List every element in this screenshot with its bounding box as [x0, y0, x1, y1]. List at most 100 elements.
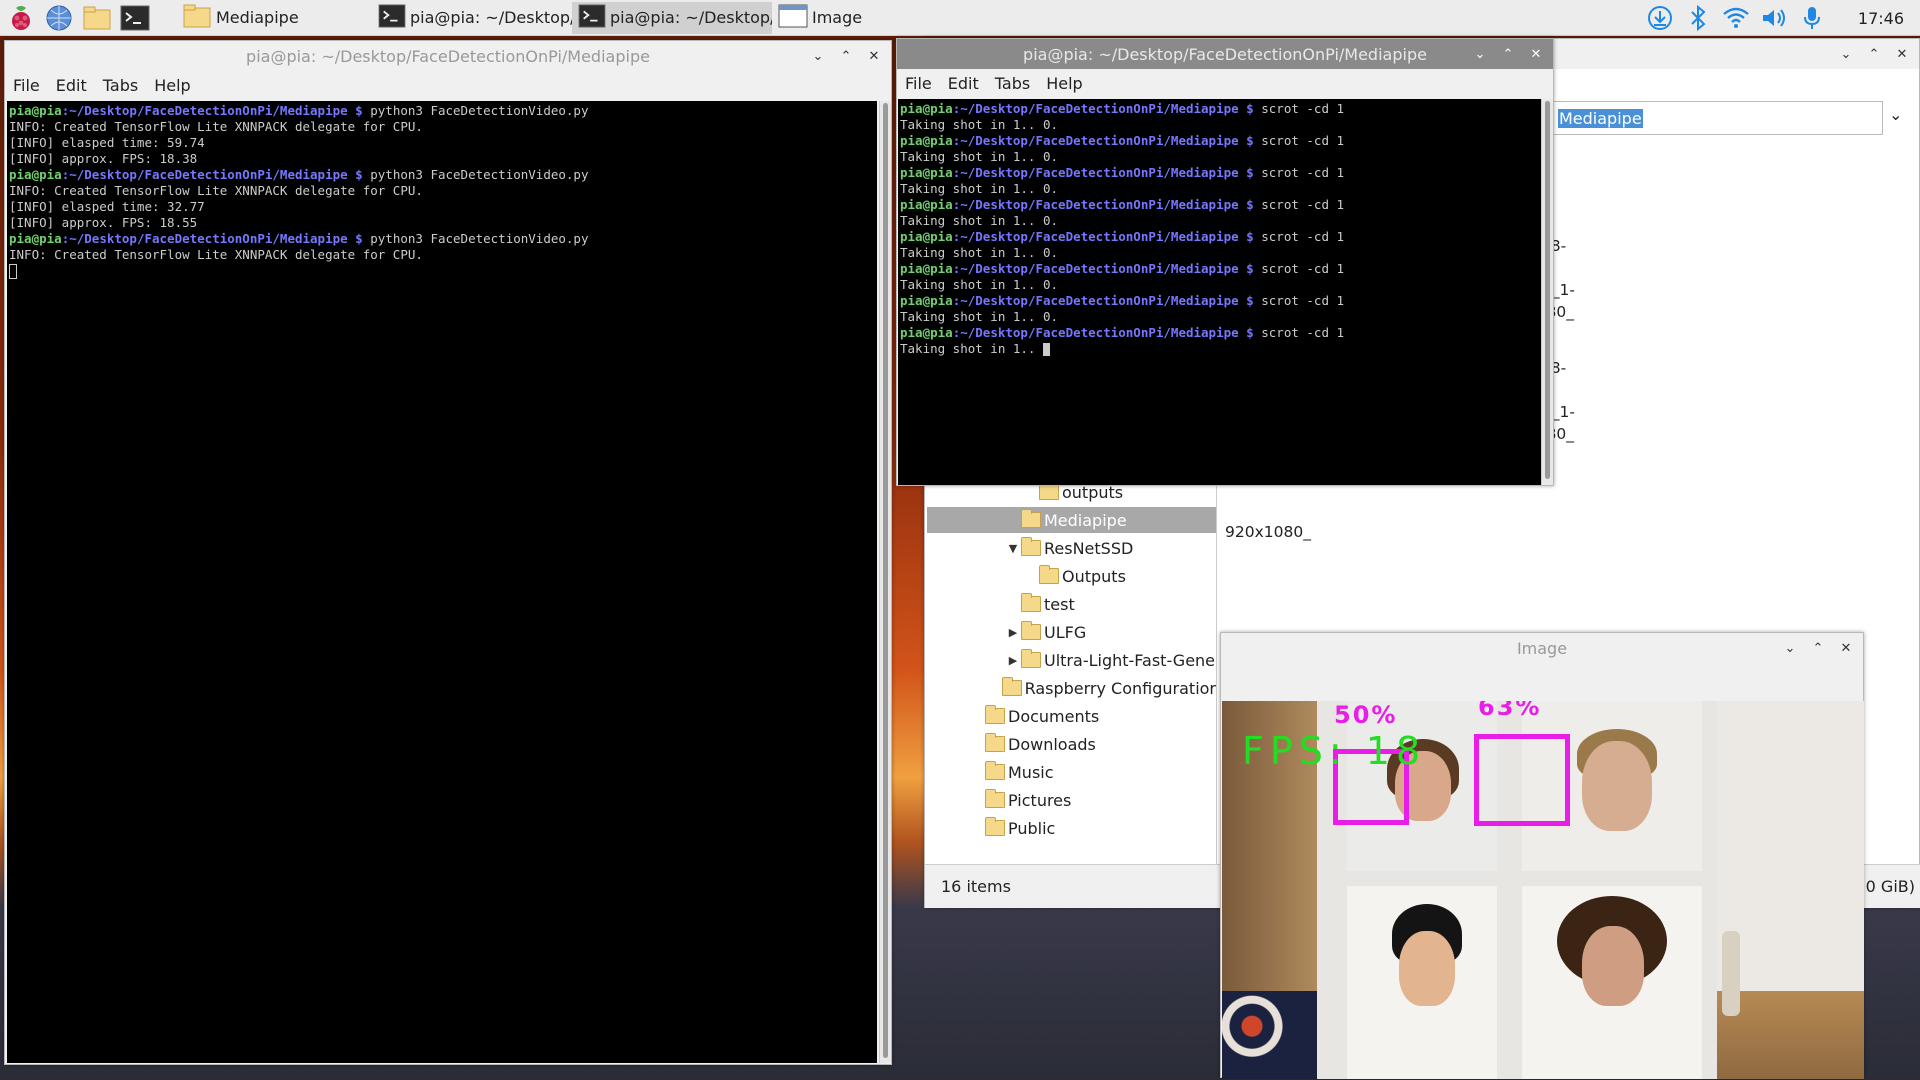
task-file-manager[interactable]: Mediapipe — [176, 2, 372, 34]
tree-item-label: Public — [1008, 818, 1056, 838]
volume-icon[interactable] — [1760, 4, 1788, 32]
browser-globe-icon[interactable] — [42, 2, 76, 34]
close-icon[interactable]: ✕ — [863, 45, 885, 67]
prompt-user: pia@pia — [9, 103, 62, 118]
prompt-user: pia@pia — [9, 167, 62, 182]
tree-item-label: ULFG — [1044, 622, 1087, 642]
image-viewer-titlebar[interactable]: Image ⌄ ⌃ ✕ — [1221, 633, 1863, 663]
terminal-command-line: pia@pia:~/Desktop/FaceDetectionOnPi/Medi… — [9, 231, 875, 247]
terminal-command-line: pia@pia:~/Desktop/FaceDetectionOnPi/Medi… — [900, 165, 1539, 181]
minimize-icon[interactable]: ⌄ — [1469, 43, 1491, 65]
chevron-down-icon[interactable]: ⌄ — [1889, 105, 1902, 124]
prompt-user: pia@pia — [900, 197, 953, 212]
close-icon[interactable]: ✕ — [1891, 43, 1913, 65]
command-text: python3 FaceDetectionVideo.py — [362, 103, 589, 118]
prompt-path: :~/Desktop/FaceDetectionOnPi/Mediapipe $ — [952, 229, 1254, 244]
tree-expander-icon[interactable]: ▶ — [1005, 654, 1021, 667]
tree-item[interactable]: Music — [969, 759, 1216, 785]
folder-icon — [1021, 649, 1041, 668]
terminal-window-left: pia@pia: ~/Desktop/FaceDetectionOnPi/Med… — [4, 40, 892, 1065]
menu-file[interactable]: File — [13, 76, 40, 95]
task-label: pia@pia: ~/Desktop/... — [410, 8, 572, 27]
tree-item[interactable]: ▶ Ultra-Light-Fast-Gene — [1005, 647, 1216, 673]
minimize-icon[interactable]: ⌄ — [807, 45, 829, 67]
minimize-icon[interactable]: ⌄ — [1835, 43, 1857, 65]
path-input[interactable]: Mediapipe — [1553, 101, 1883, 135]
scrollbar[interactable] — [1541, 99, 1553, 485]
tree-item-label: test — [1044, 594, 1075, 614]
menu-edit[interactable]: Edit — [948, 74, 979, 93]
terminal-command-line: pia@pia:~/Desktop/FaceDetectionOnPi/Medi… — [900, 133, 1539, 149]
prompt-user: pia@pia — [900, 229, 953, 244]
terminal-launcher-icon[interactable] — [118, 2, 152, 34]
prompt-path: :~/Desktop/FaceDetectionOnPi/Mediapipe $ — [952, 261, 1254, 276]
tree-item[interactable]: ▶ ULFG — [1005, 619, 1216, 645]
wifi-icon[interactable] — [1722, 4, 1750, 32]
file-label[interactable]: 920x1080_ — [1225, 523, 1311, 541]
folder-icon — [1002, 677, 1022, 696]
task-image-viewer[interactable]: Image — [772, 2, 922, 34]
prompt-user: pia@pia — [900, 325, 953, 340]
prompt-path: :~/Desktop/FaceDetectionOnPi/Mediapipe $ — [952, 165, 1254, 180]
terminal-titlebar[interactable]: pia@pia: ~/Desktop/FaceDetectionOnPi/Med… — [5, 41, 891, 71]
clock[interactable]: 17:46 — [1858, 9, 1904, 28]
prompt-path: :~/Desktop/FaceDetectionOnPi/Mediapipe $ — [61, 167, 363, 182]
terminal-cursor — [1043, 343, 1050, 356]
menu-tabs[interactable]: Tabs — [995, 74, 1030, 93]
menu-help[interactable]: Help — [154, 76, 190, 95]
free-space: .0 GiB) — [1860, 877, 1915, 896]
command-text: scrot -cd 1 — [1253, 229, 1345, 244]
microphone-icon[interactable] — [1798, 4, 1826, 32]
maximize-icon[interactable]: ⌃ — [835, 45, 857, 67]
tree-item[interactable]: Public — [969, 815, 1216, 841]
menu-help[interactable]: Help — [1046, 74, 1082, 93]
terminal-output-line: Taking shot in 1.. 0. — [900, 245, 1059, 260]
menu-tabs[interactable]: Tabs — [103, 76, 138, 95]
menu-edit[interactable]: Edit — [56, 76, 87, 95]
prompt-user: pia@pia — [900, 133, 953, 148]
folder-icon — [985, 761, 1005, 780]
tree-expander-icon[interactable]: ▶ — [1005, 626, 1021, 639]
tree-item[interactable]: Mediapipe — [927, 507, 1216, 533]
terminal-command-line: pia@pia:~/Desktop/FaceDetectionOnPi/Medi… — [9, 103, 875, 119]
close-icon[interactable]: ✕ — [1525, 43, 1547, 65]
raspberry-menu-icon[interactable] — [4, 2, 38, 34]
minimize-icon[interactable]: ⌄ — [1779, 637, 1801, 659]
prompt-path: :~/Desktop/FaceDetectionOnPi/Mediapipe $ — [952, 101, 1254, 116]
bluetooth-icon[interactable] — [1684, 4, 1712, 32]
file-manager-icon[interactable] — [80, 2, 114, 34]
tree-item[interactable]: Raspberry Configuratior — [987, 675, 1216, 701]
folder-icon — [985, 733, 1005, 752]
prompt-user: pia@pia — [900, 165, 953, 180]
maximize-icon[interactable]: ⌃ — [1807, 637, 1829, 659]
task-terminal-2[interactable]: pia@pia: ~/Desktop/... — [572, 1, 772, 34]
tree-item[interactable]: Downloads — [969, 731, 1216, 757]
task-terminal-1[interactable]: pia@pia: ~/Desktop/... — [372, 2, 572, 34]
tree-item[interactable]: Documents — [969, 703, 1216, 729]
command-text: scrot -cd 1 — [1253, 325, 1345, 340]
terminal-output-line: INFO: Created TensorFlow Lite XNNPACK de… — [9, 183, 423, 198]
maximize-icon[interactable]: ⌃ — [1863, 43, 1885, 65]
scrollbar[interactable] — [879, 101, 891, 1063]
terminal-titlebar[interactable]: pia@pia: ~/Desktop/FaceDetectionOnPi/Med… — [897, 39, 1553, 69]
tree-item[interactable]: test — [1005, 591, 1216, 617]
tree-item[interactable]: ▼ ResNetSSD — [1005, 535, 1216, 561]
image-viewer-icon — [778, 3, 808, 33]
terminal-command-line: pia@pia:~/Desktop/FaceDetectionOnPi/Medi… — [9, 167, 875, 183]
tree-item[interactable]: Outputs — [1023, 563, 1216, 589]
close-icon[interactable]: ✕ — [1835, 637, 1857, 659]
tree-item-label: Ultra-Light-Fast-Gene — [1044, 650, 1216, 670]
menu-file[interactable]: File — [905, 74, 932, 93]
terminal-output[interactable]: pia@pia:~/Desktop/FaceDetectionOnPi/Medi… — [898, 99, 1541, 485]
tree-expander-icon[interactable]: ▼ — [1005, 542, 1021, 555]
terminal-output-line: Taking shot in 1.. 0. — [900, 117, 1059, 132]
terminal-output-line: Taking shot in 1.. 0. — [900, 149, 1059, 164]
download-updates-icon[interactable] — [1646, 4, 1674, 32]
tree-item[interactable]: Pictures — [969, 787, 1216, 813]
taskbar: Mediapipe pia@pia: ~/Desktop/... pia@pia… — [0, 0, 1920, 36]
prompt-user: pia@pia — [900, 261, 953, 276]
command-text: scrot -cd 1 — [1253, 197, 1345, 212]
terminal-output[interactable]: pia@pia:~/Desktop/FaceDetectionOnPi/Medi… — [7, 101, 877, 1063]
prompt-user: pia@pia — [900, 293, 953, 308]
maximize-icon[interactable]: ⌃ — [1497, 43, 1519, 65]
